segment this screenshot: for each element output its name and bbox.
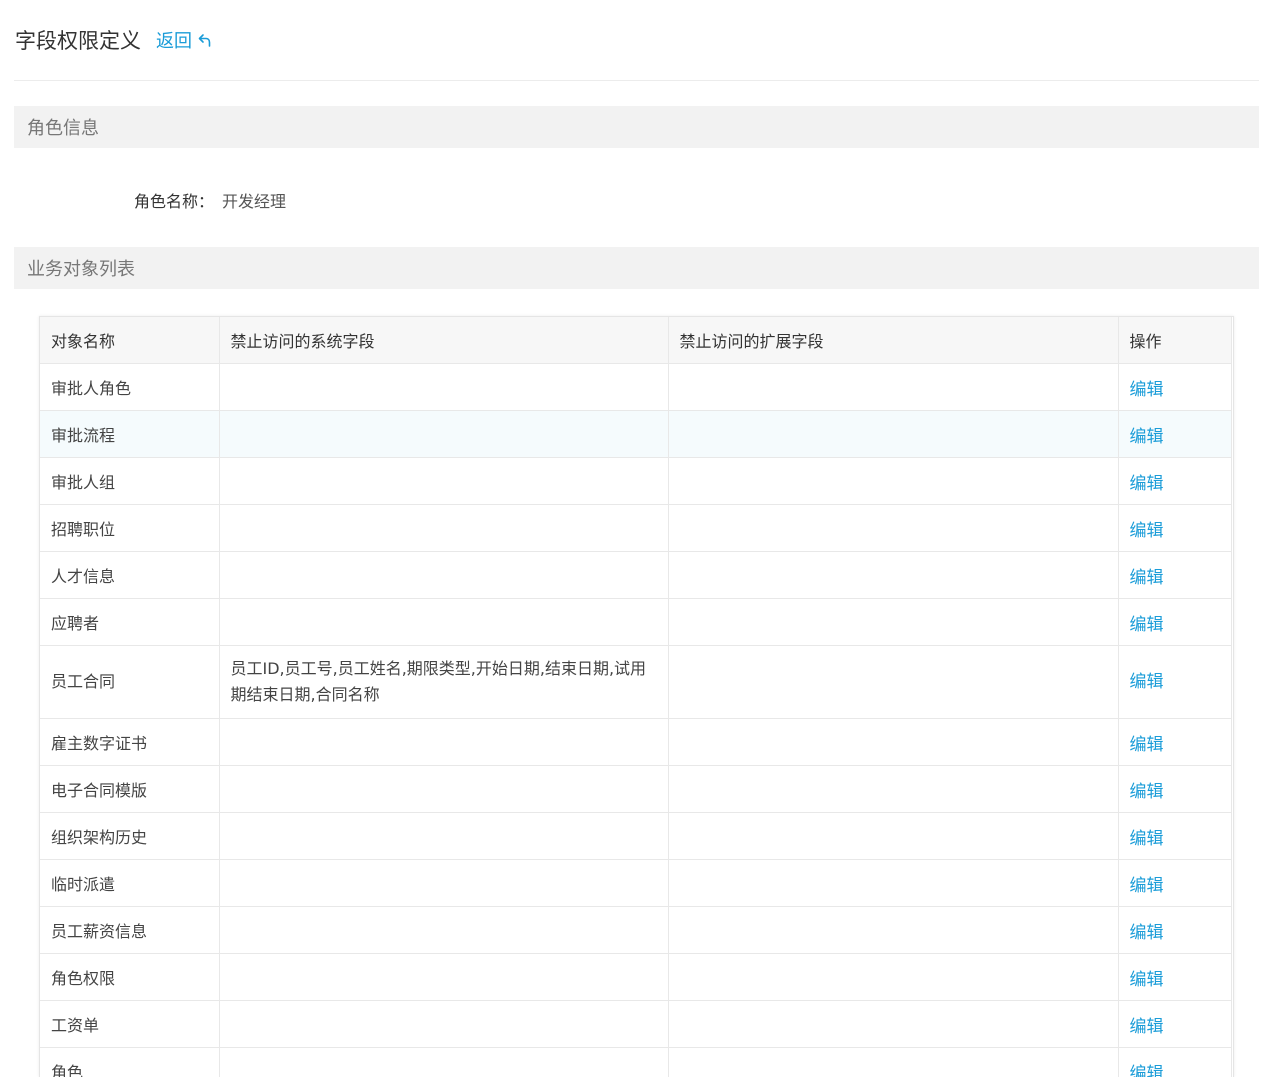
table-row: 角色 编辑: [40, 1048, 1231, 1077]
system-fields-cell: [219, 599, 668, 646]
table-row: 工资单 编辑: [40, 1001, 1231, 1048]
edit-link[interactable]: 编辑: [1118, 813, 1231, 860]
object-name-cell: 临时派遣: [40, 860, 219, 907]
ext-fields-cell: [668, 552, 1118, 599]
ext-fields-cell: [668, 364, 1118, 411]
objects-section-header: 业务对象列表: [14, 247, 1259, 289]
object-name-cell: 工资单: [40, 1001, 219, 1048]
system-fields-cell: 员工ID,员工号,员工姓名,期限类型,开始日期,结束日期,试用期结束日期,合同名…: [219, 646, 668, 719]
edit-link[interactable]: 编辑: [1118, 411, 1231, 458]
role-name-label: 角色名称：: [134, 188, 214, 212]
system-fields-cell: [219, 458, 668, 505]
page: 字段权限定义 返回 角色信息 角色名称： 开发经理 业务对象列表 对象名称 禁止…: [14, 0, 1259, 289]
table-row: 组织架构历史 编辑: [40, 813, 1231, 860]
table-row: 员工合同员工ID,员工号,员工姓名,期限类型,开始日期,结束日期,试用期结束日期…: [40, 646, 1231, 719]
ext-fields-cell: [668, 1001, 1118, 1048]
edit-link[interactable]: 编辑: [1118, 766, 1231, 813]
ext-fields-cell: [668, 646, 1118, 719]
edit-link[interactable]: 编辑: [1118, 719, 1231, 766]
object-name-cell: 角色: [40, 1048, 219, 1077]
edit-link[interactable]: 编辑: [1118, 1001, 1231, 1048]
back-link[interactable]: 返回: [156, 27, 213, 53]
ext-fields-cell: [668, 954, 1118, 1001]
page-header: 字段权限定义 返回: [14, 0, 1259, 81]
edit-link[interactable]: 编辑: [1118, 552, 1231, 599]
edit-link[interactable]: 编辑: [1118, 599, 1231, 646]
ext-fields-cell: [668, 860, 1118, 907]
ext-fields-cell: [668, 719, 1118, 766]
system-fields-cell: [219, 719, 668, 766]
edit-link[interactable]: 编辑: [1118, 1048, 1231, 1077]
objects-table: 对象名称 禁止访问的系统字段 禁止访问的扩展字段 操作 审批人角色编辑审批流程编…: [40, 317, 1232, 1077]
edit-link[interactable]: 编辑: [1118, 860, 1231, 907]
ext-fields-cell: [668, 1048, 1118, 1077]
object-name-cell: 人才信息: [40, 552, 219, 599]
object-name-cell: 雇主数字证书: [40, 719, 219, 766]
edit-link[interactable]: 编辑: [1118, 458, 1231, 505]
back-label: 返回: [156, 27, 192, 53]
ext-fields-cell: [668, 599, 1118, 646]
ext-fields-cell: [668, 766, 1118, 813]
role-name-value: 开发经理: [222, 188, 286, 212]
column-header-action: 操作: [1118, 317, 1231, 364]
table-row: 招聘职位 编辑: [40, 505, 1231, 552]
edit-link[interactable]: 编辑: [1118, 907, 1231, 954]
table-row: 电子合同模版 编辑: [40, 766, 1231, 813]
undo-arrow-icon: [197, 32, 213, 48]
edit-link[interactable]: 编辑: [1118, 505, 1231, 552]
system-fields-cell: [219, 552, 668, 599]
system-fields-cell: [219, 411, 668, 458]
object-name-cell: 员工薪资信息: [40, 907, 219, 954]
table-row: 审批流程 编辑: [40, 411, 1231, 458]
system-fields-cell: [219, 1048, 668, 1077]
role-info: 角色名称： 开发经理: [14, 148, 1259, 247]
system-fields-cell: [219, 907, 668, 954]
system-fields-cell: [219, 813, 668, 860]
object-name-cell: 招聘职位: [40, 505, 219, 552]
table-row: 临时派遣 编辑: [40, 860, 1231, 907]
system-fields-cell: [219, 954, 668, 1001]
table-row: 审批人组 编辑: [40, 458, 1231, 505]
table-row: 人才信息 编辑: [40, 552, 1231, 599]
table-row: 审批人角色 编辑: [40, 364, 1231, 411]
column-header-object-name: 对象名称: [40, 317, 219, 364]
table-header-row: 对象名称 禁止访问的系统字段 禁止访问的扩展字段 操作: [40, 317, 1231, 364]
object-name-cell: 组织架构历史: [40, 813, 219, 860]
ext-fields-cell: [668, 458, 1118, 505]
ext-fields-cell: [668, 813, 1118, 860]
object-name-cell: 电子合同模版: [40, 766, 219, 813]
system-fields-cell: [219, 1001, 668, 1048]
page-title: 字段权限定义: [15, 25, 141, 55]
system-fields-cell: [219, 860, 668, 907]
table-row: 应聘者 编辑: [40, 599, 1231, 646]
edit-link[interactable]: 编辑: [1118, 364, 1231, 411]
object-name-cell: 审批流程: [40, 411, 219, 458]
object-name-cell: 应聘者: [40, 599, 219, 646]
edit-link[interactable]: 编辑: [1118, 646, 1231, 719]
table-row: 员工薪资信息 编辑: [40, 907, 1231, 954]
role-section-header: 角色信息: [14, 106, 1259, 148]
object-name-cell: 审批人组: [40, 458, 219, 505]
ext-fields-cell: [668, 505, 1118, 552]
object-name-cell: 角色权限: [40, 954, 219, 1001]
column-header-ext-fields: 禁止访问的扩展字段: [668, 317, 1118, 364]
system-fields-cell: [219, 505, 668, 552]
system-fields-cell: [219, 364, 668, 411]
system-fields-cell: [219, 766, 668, 813]
object-name-cell: 员工合同: [40, 646, 219, 719]
edit-link[interactable]: 编辑: [1118, 954, 1231, 1001]
ext-fields-cell: [668, 411, 1118, 458]
column-header-system-fields: 禁止访问的系统字段: [219, 317, 668, 364]
object-name-cell: 审批人角色: [40, 364, 219, 411]
table-row: 角色权限 编辑: [40, 954, 1231, 1001]
table-row: 雇主数字证书 编辑: [40, 719, 1231, 766]
objects-table-container: 对象名称 禁止访问的系统字段 禁止访问的扩展字段 操作 审批人角色编辑审批流程编…: [39, 316, 1234, 1077]
ext-fields-cell: [668, 907, 1118, 954]
